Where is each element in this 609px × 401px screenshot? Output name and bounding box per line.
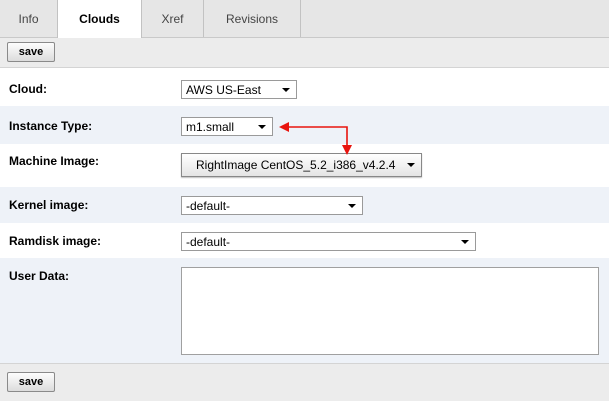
annotation-arrow <box>279 122 352 155</box>
annotation-arrowhead-left <box>279 122 289 132</box>
annotation-arrow-line <box>287 126 348 146</box>
annotation-arrowhead-down <box>342 145 352 155</box>
